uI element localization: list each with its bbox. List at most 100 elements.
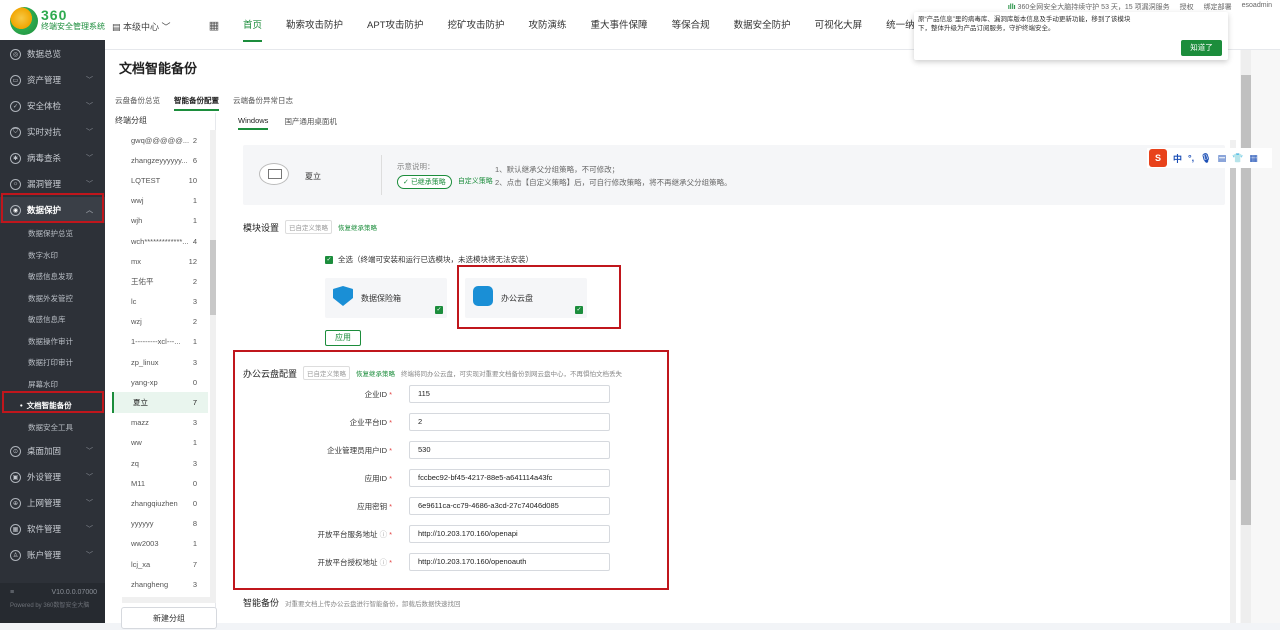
tab-windows[interactable]: Windows (238, 116, 268, 130)
sidebar-sub-doc-backup[interactable]: 文档智能备份 (0, 395, 105, 417)
module-checkbox[interactable]: ✓ (435, 306, 443, 314)
tab-smart-backup-config[interactable]: 智能备份配置 (174, 95, 219, 111)
group-list-item[interactable]: mx12 (112, 251, 208, 271)
nav-home[interactable]: 首页 (231, 0, 274, 50)
group-list-item[interactable]: ww1 (112, 433, 208, 453)
info-icon[interactable]: ⓘ (377, 558, 387, 567)
keyboard-icon[interactable]: ▤ (1218, 153, 1227, 164)
new-group-button[interactable]: 新建分组 (121, 607, 217, 629)
brain-status[interactable]: ıllı 360全网安全大脑持续守护 53 天，15 项漏洞服务 (1008, 2, 1170, 12)
sidebar-item-vuln[interactable]: ☼漏洞管理﹀ (0, 171, 105, 197)
collapse-menu-icon[interactable]: ≡ (10, 589, 14, 596)
sidebar-item-desktop[interactable]: ⊙桌面加固﹀ (0, 438, 105, 464)
sidebar-item-assets[interactable]: ▭资产管理﹀ (0, 67, 105, 93)
module-card-cloud-disk[interactable]: 办公云盘 ✓ (465, 278, 587, 318)
group-list-item[interactable]: lcj_xa7 (112, 554, 208, 574)
sidebar-sub-outgoing-control[interactable]: 数据外发管控 (0, 288, 105, 310)
sidebar-item-realtime[interactable]: ⛉实时对抗﹀ (0, 119, 105, 145)
punctuation-icon[interactable]: °, (1188, 153, 1194, 163)
group-list-item[interactable]: mazz3 (112, 413, 208, 433)
deploy-link[interactable]: 绑定部署 (1204, 2, 1232, 12)
nav-compliance[interactable]: 等保合规 (660, 0, 722, 50)
field-input[interactable]: http://10.203.170.160/openapi (409, 525, 610, 543)
field-input[interactable]: 530 (409, 441, 610, 459)
nav-data-security[interactable]: 数据安全防护 (722, 0, 803, 50)
select-all-checkbox[interactable]: ✓ 全选（终端可安装和运行已选模块，未选模块将无法安装） (325, 254, 533, 265)
sidebar-item-software[interactable]: ▦软件管理﹀ (0, 516, 105, 542)
group-list-item[interactable]: 王佑平2 (112, 271, 208, 291)
sidebar-sub-watermark[interactable]: 数字水印 (0, 245, 105, 267)
field-input[interactable]: 2 (409, 413, 610, 431)
sidebar-sub-overview[interactable]: 数据保护总览 (0, 223, 105, 245)
org-selector[interactable]: ▤ 本级中心 ﹀ (112, 20, 171, 33)
nav-big-screen[interactable]: 可视化大屏 (803, 0, 875, 50)
group-list-item[interactable]: LQTEST10 (112, 170, 208, 190)
sidebar-item-usb[interactable]: ▣外设管理﹀ (0, 464, 105, 490)
group-list-item[interactable]: 夏立7 (112, 392, 208, 412)
group-list-item[interactable]: yang-xp0 (112, 372, 208, 392)
module-checkbox[interactable]: ✓ (575, 306, 583, 314)
group-list-item[interactable]: zhangqiuzhen0 (112, 493, 208, 513)
toolbox-icon[interactable]: ▦ (1249, 153, 1258, 164)
group-list-item[interactable]: zp_linux3 (112, 352, 208, 372)
group-list-item[interactable]: yyyyyy8 (112, 514, 208, 534)
sidebar-item-virus[interactable]: ✱病毒查杀﹀ (0, 145, 105, 171)
tab-backup-error-log[interactable]: 云端备份异常日志 (233, 95, 293, 111)
restore-inherit-link[interactable]: 恢复继承策略 (356, 368, 395, 378)
sidebar-sub-screen-watermark[interactable]: 屏幕水印 (0, 374, 105, 396)
info-icon[interactable]: ⓘ (377, 530, 387, 539)
scroll-thumb[interactable] (210, 240, 216, 315)
sidebar-sub-print-audit[interactable]: 数据打印审计 (0, 352, 105, 374)
field-input[interactable]: fccbec92-bf45-4217-88e5-a641114a43fc (409, 469, 610, 487)
sidebar-item-web[interactable]: ⊕上网管理﹀ (0, 490, 105, 516)
sidebar-sub-data-tools[interactable]: 数据安全工具 (0, 417, 105, 439)
sidebar-item-checkup[interactable]: ✓安全体检﹀ (0, 93, 105, 119)
apps-grid-icon[interactable]: ▦ (205, 0, 223, 50)
sidebar-sub-sensitive-lib[interactable]: 敏感信息库 (0, 309, 105, 331)
group-list-item[interactable]: zhangheng3 (112, 574, 208, 594)
group-list-item[interactable]: ww20031 (112, 534, 208, 554)
group-list-item[interactable]: zhangzeyyyyyy...6 (112, 150, 208, 170)
nav-ransomware[interactable]: 勒索攻击防护 (274, 0, 355, 50)
field-input[interactable]: 6e9611ca-cc79-4686-a3cd-27c74046d085 (409, 497, 610, 515)
scroll-thumb[interactable] (1230, 150, 1236, 480)
group-list-item[interactable]: gwq@@@@@...2 (112, 130, 208, 150)
group-list-item[interactable]: wzj2 (112, 312, 208, 332)
license-link[interactable]: 授权 (1180, 2, 1194, 12)
sidebar-sub-operation-audit[interactable]: 数据操作审计 (0, 331, 105, 353)
field-input[interactable]: 115 (409, 385, 610, 403)
nav-drill[interactable]: 攻防演练 (517, 0, 579, 50)
user-menu[interactable]: esoadmin (1242, 2, 1272, 12)
sidebar-item-overview[interactable]: ◎数据总览 (0, 41, 105, 67)
group-list-item[interactable]: zq3 (112, 453, 208, 473)
sidebar-item-data-protect[interactable]: ◉数据保护︿ (0, 197, 105, 223)
apply-button[interactable]: 应用 (325, 330, 361, 346)
group-list-item[interactable]: wjh1 (112, 211, 208, 231)
group-list-item[interactable]: wch*************...4 (112, 231, 208, 251)
group-list-item[interactable]: lc3 (112, 292, 208, 312)
group-list-hscrollbar[interactable] (122, 597, 216, 603)
microphone-icon[interactable]: 🎙 (1200, 153, 1211, 164)
tab-domestic-desktop[interactable]: 国产通用桌面机 (284, 116, 337, 130)
group-list-item[interactable]: 1---------xcl---...1 (112, 332, 208, 352)
page-scrollbar[interactable] (1240, 50, 1280, 623)
sidebar-sub-sensitive-discover[interactable]: 敏感信息发现 (0, 266, 105, 288)
logo[interactable]: 360 终端安全管理系统 (10, 7, 105, 35)
nav-apt[interactable]: APT攻击防护 (355, 0, 435, 50)
content-scrollbar[interactable] (1230, 140, 1236, 623)
module-card-data-vault[interactable]: 数据保险箱 ✓ (325, 278, 447, 318)
nav-major-event[interactable]: 重大事件保障 (579, 0, 660, 50)
field-input[interactable]: http://10.203.170.160/openoauth (409, 553, 610, 571)
group-list-scrollbar[interactable] (210, 130, 216, 600)
group-list-item[interactable]: wwj1 (112, 191, 208, 211)
nav-mining[interactable]: 挖矿攻击防护 (436, 0, 517, 50)
restore-inherit-link[interactable]: 恢复继承策略 (338, 222, 377, 232)
sogou-s-icon[interactable]: S (1149, 149, 1167, 167)
ime-chinese-mode[interactable]: 中 (1173, 152, 1182, 165)
scroll-thumb[interactable] (1241, 75, 1251, 525)
skin-icon[interactable]: 👕 (1232, 153, 1243, 164)
group-list-item[interactable]: M110 (112, 473, 208, 493)
tab-backup-overview[interactable]: 云盘备份总览 (115, 95, 160, 111)
sidebar-item-account[interactable]: ♙账户管理﹀ (0, 542, 105, 568)
got-it-button[interactable]: 知道了 (1181, 40, 1222, 56)
